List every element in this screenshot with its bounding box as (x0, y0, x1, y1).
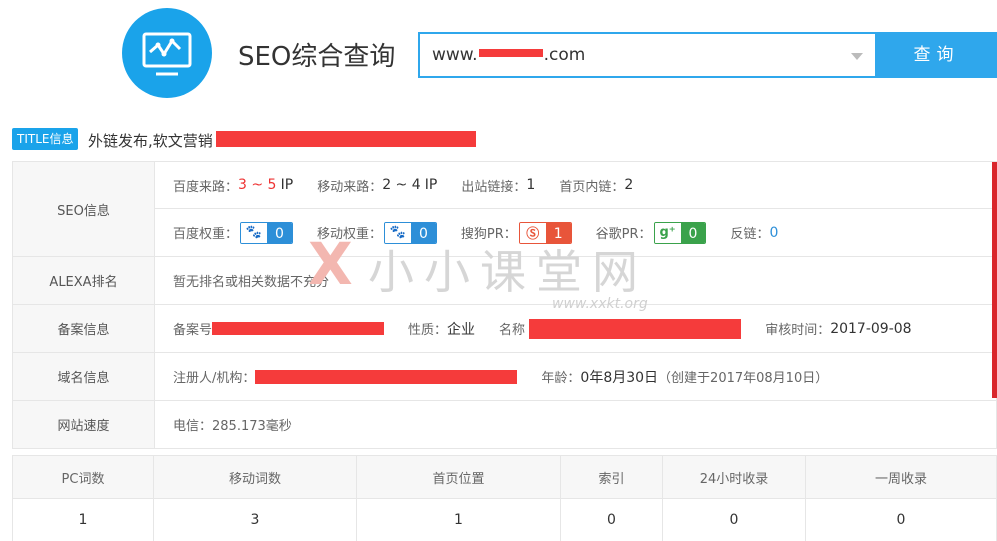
redaction (216, 131, 476, 147)
table-header: 首页位置 (356, 455, 561, 499)
table-header: 一周收录 (805, 455, 997, 499)
age-value: 0年8月30日 (580, 369, 659, 386)
stats-table: PC词数 移动词数 首页位置 索引 24小时收录 一周收录 1 3 1 0 0 … (12, 455, 997, 541)
mobile-weight: 移动权重： 🐾 0 (316, 221, 437, 244)
search-input[interactable]: www. .com (418, 32, 877, 78)
registrant: 注册人/机构： (173, 367, 518, 386)
label: 搜狗PR： (460, 227, 517, 242)
icp-audit: 审核时间： 2017-09-08 (765, 319, 912, 339)
table-cell[interactable]: 1 (356, 498, 561, 541)
created-date: （创建于2017年08月10日） (658, 371, 829, 386)
seo-row: SEO信息 百度来路： 3 ~ 5 IP 移动来路： 2 ~ 4 IP 出站链接： 1… (13, 162, 996, 257)
label: 备案号 (173, 323, 213, 338)
label: 反链： (730, 227, 770, 242)
redaction (529, 318, 742, 339)
alexa-row: ALEXA排名 暂无排名或相关数据不充分 (13, 257, 996, 305)
search-button[interactable]: 查询 (876, 32, 997, 78)
label: 性质： (408, 323, 448, 338)
icp-type: 性质： 企业 (408, 319, 475, 339)
label: 百度权重： (173, 227, 239, 242)
baidu-source: 百度来路： 3 ~ 5 IP (173, 176, 293, 195)
label: 注册人/机构： (173, 371, 256, 386)
redaction (212, 322, 385, 335)
label: 移动权重： (316, 227, 382, 242)
backlinks-value[interactable]: 0 (769, 225, 778, 241)
table-header-row: PC词数 移动词数 首页位置 索引 24小时收录 一周收录 (12, 455, 997, 499)
baidu-source-value[interactable]: 3 ~ 5 (238, 177, 276, 193)
unit: IP (280, 177, 294, 193)
domain-age: 年龄： 0年8月30日 （创建于2017年08月10日） (541, 367, 828, 387)
table-row: 1 3 1 0 0 0 (12, 498, 997, 541)
row-label: 备案信息 (13, 305, 155, 352)
paw-icon: 🐾 (384, 222, 411, 243)
icp-audit-value: 2017-09-08 (830, 320, 912, 337)
label: 移动来路： (317, 179, 383, 195)
line-chart-monitor-icon (142, 32, 192, 76)
icp-type-value: 企业 (447, 321, 476, 338)
label: 名称 (499, 323, 526, 338)
badge-value: 0 (680, 222, 706, 243)
label: 首页内链： (559, 179, 625, 195)
label: 年龄： (541, 371, 581, 386)
title-badge: TITLE信息 (12, 128, 79, 150)
alexa-value: 暂无排名或相关数据不充分 (173, 275, 330, 290)
label: 出站链接： (461, 179, 527, 195)
icp-name: 名称 (499, 318, 742, 339)
table-cell: 0 (662, 498, 806, 541)
google-pr-badge[interactable]: g⁺ 0 (653, 221, 707, 244)
page-title: SEO综合查询 (238, 42, 396, 72)
home-links: 首页内链： 2 (559, 176, 633, 195)
paw-icon: 🐾 (241, 222, 268, 243)
label: 百度来路： (173, 179, 239, 195)
logo (122, 8, 212, 98)
mobile-source: 移动来路： 2 ~ 4 IP (317, 176, 437, 195)
badge-value: 0 (410, 222, 436, 243)
mobile-weight-badge[interactable]: 🐾 0 (383, 221, 437, 244)
chevron-down-icon[interactable] (851, 53, 863, 60)
speed-row: 网站速度 电信：285.173毫秒 (13, 401, 996, 448)
baidu-weight: 百度权重： 🐾 0 (173, 221, 293, 244)
table-cell: 0 (560, 498, 663, 541)
seo-info-table: SEO信息 百度来路： 3 ~ 5 IP 移动来路： 2 ~ 4 IP 出站链接： 1… (12, 161, 997, 449)
outbound-links: 出站链接： 1 (461, 176, 535, 195)
mobile-source-value: 2 ~ 4 (382, 177, 421, 193)
table-header: 24小时收录 (662, 455, 806, 499)
baidu-weight-badge[interactable]: 🐾 0 (240, 221, 293, 244)
search-suffix: .com (543, 45, 586, 65)
domain-row: 域名信息 注册人/机构： 年龄： 0年8月30日 （创建于2017年08月10日） (13, 353, 996, 401)
title-text: 外链发布,软文营销 (88, 132, 213, 150)
sogou-pr-badge[interactable]: Ⓢ 1 (518, 221, 572, 244)
table-header: 移动词数 (153, 455, 357, 499)
label: 审核时间： (765, 323, 831, 338)
row-label: SEO信息 (13, 162, 155, 256)
redaction (255, 369, 518, 384)
sogou-pr: 搜狗PR： Ⓢ 1 (460, 221, 572, 244)
icp-number: 备案号 (173, 319, 385, 338)
side-accent-bar (992, 162, 997, 398)
unit: IP (424, 177, 438, 193)
badge-value: 1 (545, 222, 571, 243)
home-links-value[interactable]: 2 (624, 177, 633, 193)
table-cell: 0 (805, 498, 997, 541)
sogou-s-icon: Ⓢ (519, 222, 546, 243)
outbound-value[interactable]: 1 (526, 177, 535, 193)
table-header: 索引 (560, 455, 663, 499)
google-plus-icon: g⁺ (654, 222, 681, 243)
label: 谷歌PR： (595, 227, 652, 242)
row-label: 网站速度 (13, 401, 155, 448)
row-label: 域名信息 (13, 353, 155, 400)
table-header: PC词数 (12, 455, 154, 499)
backlinks: 反链： 0 (730, 223, 778, 243)
row-label: ALEXA排名 (13, 257, 155, 304)
speed-value: 电信：285.173毫秒 (173, 419, 292, 434)
badge-value: 0 (267, 222, 292, 243)
google-pr: 谷歌PR： g⁺ 0 (595, 221, 707, 244)
icp-row: 备案信息 备案号 性质： 企业 名称 审核时间： 2017-09-08 (13, 305, 996, 353)
redaction (478, 49, 543, 57)
search-prefix: www. (432, 45, 478, 65)
table-cell[interactable]: 3 (153, 498, 357, 541)
table-cell[interactable]: 1 (12, 498, 154, 541)
search-value: www. .com (432, 45, 585, 65)
